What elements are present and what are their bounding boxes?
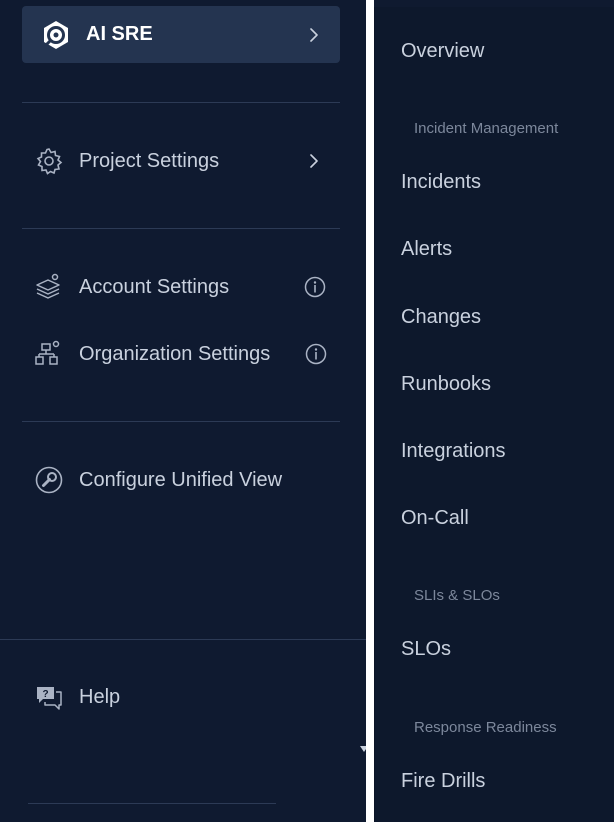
configure-unified-view-label: Configure Unified View — [79, 468, 283, 491]
ai-sre-logo-icon — [44, 21, 68, 49]
divider — [0, 639, 366, 640]
flyout-item-on-call[interactable]: On-Call — [401, 507, 469, 530]
flyout-item-changes[interactable]: Changes — [401, 306, 481, 329]
section-header-response-readiness: Response Readiness — [414, 719, 557, 736]
chevron-right-icon — [310, 28, 318, 42]
organization-settings-label: Organization Settings — [79, 342, 271, 365]
divider — [22, 102, 340, 103]
flyout-item-slos[interactable]: SLOs — [401, 638, 451, 661]
ai-sre-module-button[interactable]: AI SRE — [22, 6, 340, 63]
project-settings-item[interactable]: Project Settings — [34, 144, 334, 178]
divider — [22, 421, 340, 422]
help-chat-icon: ? — [37, 687, 62, 710]
project-settings-label: Project Settings — [79, 149, 220, 172]
ai-sre-flyout-menu: Overview Incident Management Incidents A… — [374, 7, 614, 822]
help-label: Help — [79, 685, 121, 708]
chevron-right-icon — [310, 154, 318, 168]
divider — [22, 228, 340, 229]
flyout-item-incidents[interactable]: Incidents — [401, 171, 481, 194]
organization-settings-icon — [35, 340, 60, 365]
flyout-item-overview[interactable]: Overview — [401, 40, 484, 63]
account-settings-icon — [36, 273, 60, 299]
help-item[interactable]: ? Help — [34, 680, 234, 714]
svg-text:?: ? — [42, 689, 48, 700]
ai-sre-module-label: AI SRE — [86, 23, 153, 45]
left-sidebar: AI SRE Project Settings Account Settings… — [0, 0, 368, 822]
flyout-item-integrations[interactable]: Integrations — [401, 440, 506, 463]
flyout-item-fire-drills[interactable]: Fire Drills — [401, 770, 485, 793]
account-settings-item[interactable]: Account Settings — [34, 270, 334, 304]
wrench-icon — [35, 466, 63, 494]
gear-icon — [36, 148, 63, 175]
section-header-slis-slos: SLIs & SLOs — [414, 587, 500, 604]
divider — [28, 803, 276, 804]
section-header-incident-management: Incident Management — [414, 120, 559, 137]
flyout-item-alerts[interactable]: Alerts — [401, 238, 452, 261]
configure-unified-view-item[interactable]: Configure Unified View — [34, 463, 334, 497]
flyout-item-runbooks[interactable]: Runbooks — [401, 373, 491, 396]
flyout-gap — [366, 0, 374, 822]
info-icon[interactable] — [305, 343, 327, 365]
organization-settings-item[interactable]: Organization Settings — [34, 337, 334, 371]
account-settings-label: Account Settings — [79, 275, 230, 298]
info-icon[interactable] — [304, 276, 326, 298]
